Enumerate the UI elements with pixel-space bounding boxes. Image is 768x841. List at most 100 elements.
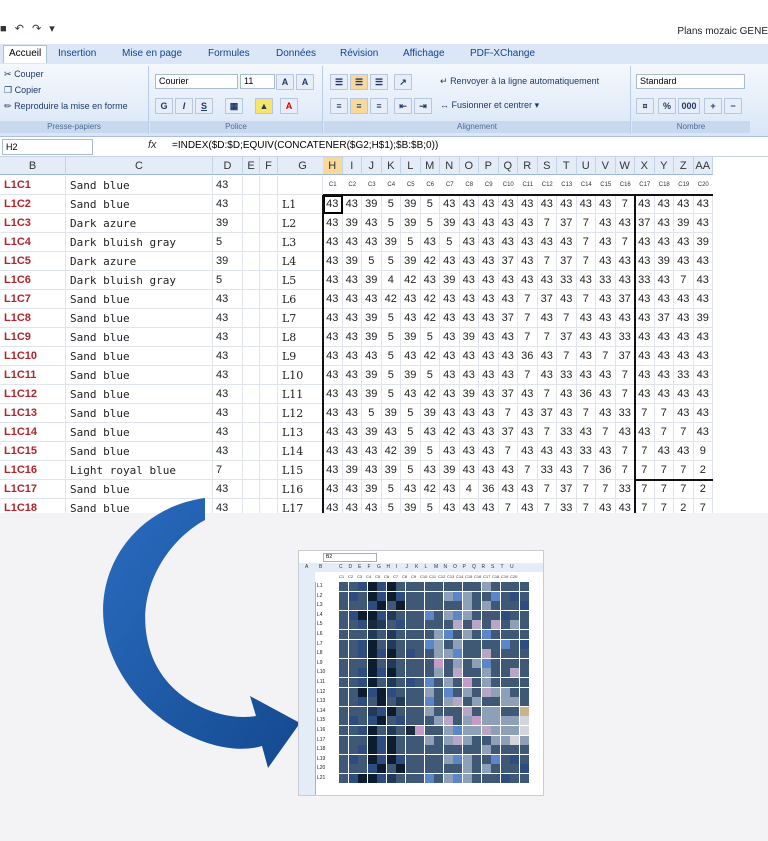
mosaic-cell bbox=[443, 745, 453, 755]
mosaic-cell bbox=[348, 687, 358, 697]
mosaic-cell bbox=[348, 716, 358, 726]
mosaic-cell bbox=[519, 658, 529, 668]
mosaic-cell bbox=[453, 658, 462, 668]
mini-sub-header: C3 bbox=[357, 574, 363, 579]
mini-row-label: L18 bbox=[317, 745, 339, 755]
mosaic-cell bbox=[500, 601, 510, 611]
mosaic-cell bbox=[453, 601, 462, 611]
mosaic-cell bbox=[415, 610, 424, 620]
mosaic-cell bbox=[510, 754, 519, 764]
mosaic-cell bbox=[367, 687, 377, 697]
mosaic-cell bbox=[453, 620, 462, 630]
mosaic-cell bbox=[415, 706, 424, 716]
mini-column-header: L bbox=[424, 564, 428, 570]
mosaic-cell bbox=[367, 668, 377, 678]
mosaic-cell bbox=[500, 658, 510, 668]
mosaic-cell bbox=[415, 774, 424, 783]
mosaic-cell bbox=[339, 706, 348, 716]
mosaic-cell bbox=[453, 687, 462, 697]
mosaic-cell bbox=[519, 687, 529, 697]
mosaic-cell bbox=[386, 601, 396, 611]
mosaic-cell bbox=[339, 678, 348, 687]
mosaic-cell bbox=[510, 716, 519, 726]
mini-row-label: L13 bbox=[317, 697, 339, 707]
mosaic-cell bbox=[491, 726, 500, 735]
mosaic-cell bbox=[443, 716, 453, 726]
mosaic-cell bbox=[434, 668, 443, 678]
mosaic-cell bbox=[377, 706, 386, 716]
mosaic-cell bbox=[358, 591, 367, 601]
mini-sub-header: C17 bbox=[483, 574, 491, 579]
mosaic-cell bbox=[434, 697, 443, 707]
mini-row-label: L11 bbox=[317, 678, 339, 687]
mosaic-cell bbox=[377, 658, 386, 668]
mosaic-cell bbox=[434, 649, 443, 659]
mosaic-cell bbox=[491, 706, 500, 716]
mosaic-cell bbox=[453, 754, 462, 764]
mosaic-cell bbox=[367, 639, 377, 649]
mosaic-cell bbox=[491, 668, 500, 678]
mosaic-preview: B2 ABCDEFGHIJKLMNOPQRSTU C1 C2 C3 C4 C5 C6 C7 C… bbox=[298, 550, 544, 796]
mosaic-cell bbox=[491, 754, 500, 764]
mosaic-cell bbox=[462, 678, 472, 687]
mosaic-cell bbox=[424, 735, 434, 745]
mosaic-cell bbox=[500, 649, 510, 659]
mosaic-cell bbox=[415, 687, 424, 697]
mosaic-cell bbox=[443, 706, 453, 716]
mosaic-cell bbox=[510, 610, 519, 620]
mosaic-cell bbox=[462, 591, 472, 601]
mosaic-cell bbox=[358, 774, 367, 783]
mosaic-cell bbox=[510, 630, 519, 639]
mosaic-cell bbox=[377, 582, 386, 591]
mosaic-cell bbox=[405, 601, 415, 611]
mosaic-cell bbox=[405, 754, 415, 764]
mini-column-header: T bbox=[500, 564, 504, 570]
mosaic-cell bbox=[424, 745, 434, 755]
mosaic-cell bbox=[358, 610, 367, 620]
mosaic-cell bbox=[481, 697, 491, 707]
mosaic-cell bbox=[339, 716, 348, 726]
mosaic-cell bbox=[377, 601, 386, 611]
mosaic-cell bbox=[377, 764, 386, 774]
mini-row-label: L10 bbox=[317, 668, 339, 678]
mosaic-cell bbox=[424, 716, 434, 726]
mini-row-label: L3 bbox=[317, 601, 339, 611]
mini-column-header: O bbox=[453, 564, 457, 570]
mosaic-cell bbox=[358, 754, 367, 764]
mosaic-cell bbox=[453, 764, 462, 774]
mosaic-cell bbox=[462, 610, 472, 620]
mosaic-cell bbox=[405, 620, 415, 630]
mini-column-header: D bbox=[348, 564, 353, 570]
mini-sub-header: C18 bbox=[492, 574, 500, 579]
mosaic-cell bbox=[443, 668, 453, 678]
mosaic-cell bbox=[519, 706, 529, 716]
mosaic-cell bbox=[424, 706, 434, 716]
mosaic-cell bbox=[500, 639, 510, 649]
mini-sub-header: C8 bbox=[402, 574, 408, 579]
mosaic-cell bbox=[443, 620, 453, 630]
mosaic-cell bbox=[396, 726, 405, 735]
mosaic-cell bbox=[519, 610, 529, 620]
mini-name-box: B2 bbox=[323, 553, 377, 562]
mosaic-cell bbox=[358, 745, 367, 755]
mosaic-cell bbox=[386, 697, 396, 707]
mosaic-cell bbox=[472, 678, 481, 687]
mini-column-header: I bbox=[396, 564, 398, 570]
mosaic-cell bbox=[472, 591, 481, 601]
mosaic-cell bbox=[500, 678, 510, 687]
mosaic-cell bbox=[472, 582, 481, 591]
mosaic-cell bbox=[377, 610, 386, 620]
mini-column-header: E bbox=[358, 564, 362, 570]
mosaic-cell bbox=[367, 591, 377, 601]
mosaic-cell bbox=[491, 601, 500, 611]
mosaic-cell bbox=[510, 591, 519, 601]
mosaic-cell bbox=[510, 678, 519, 687]
mini-sub-header: C14 bbox=[456, 574, 464, 579]
mosaic-cell bbox=[491, 716, 500, 726]
mosaic-cell bbox=[434, 610, 443, 620]
mini-row-label: L2 bbox=[317, 591, 339, 601]
mosaic-cell bbox=[415, 630, 424, 639]
mosaic-cell bbox=[386, 726, 396, 735]
mosaic-cell bbox=[386, 774, 396, 783]
mosaic-cell bbox=[377, 735, 386, 745]
